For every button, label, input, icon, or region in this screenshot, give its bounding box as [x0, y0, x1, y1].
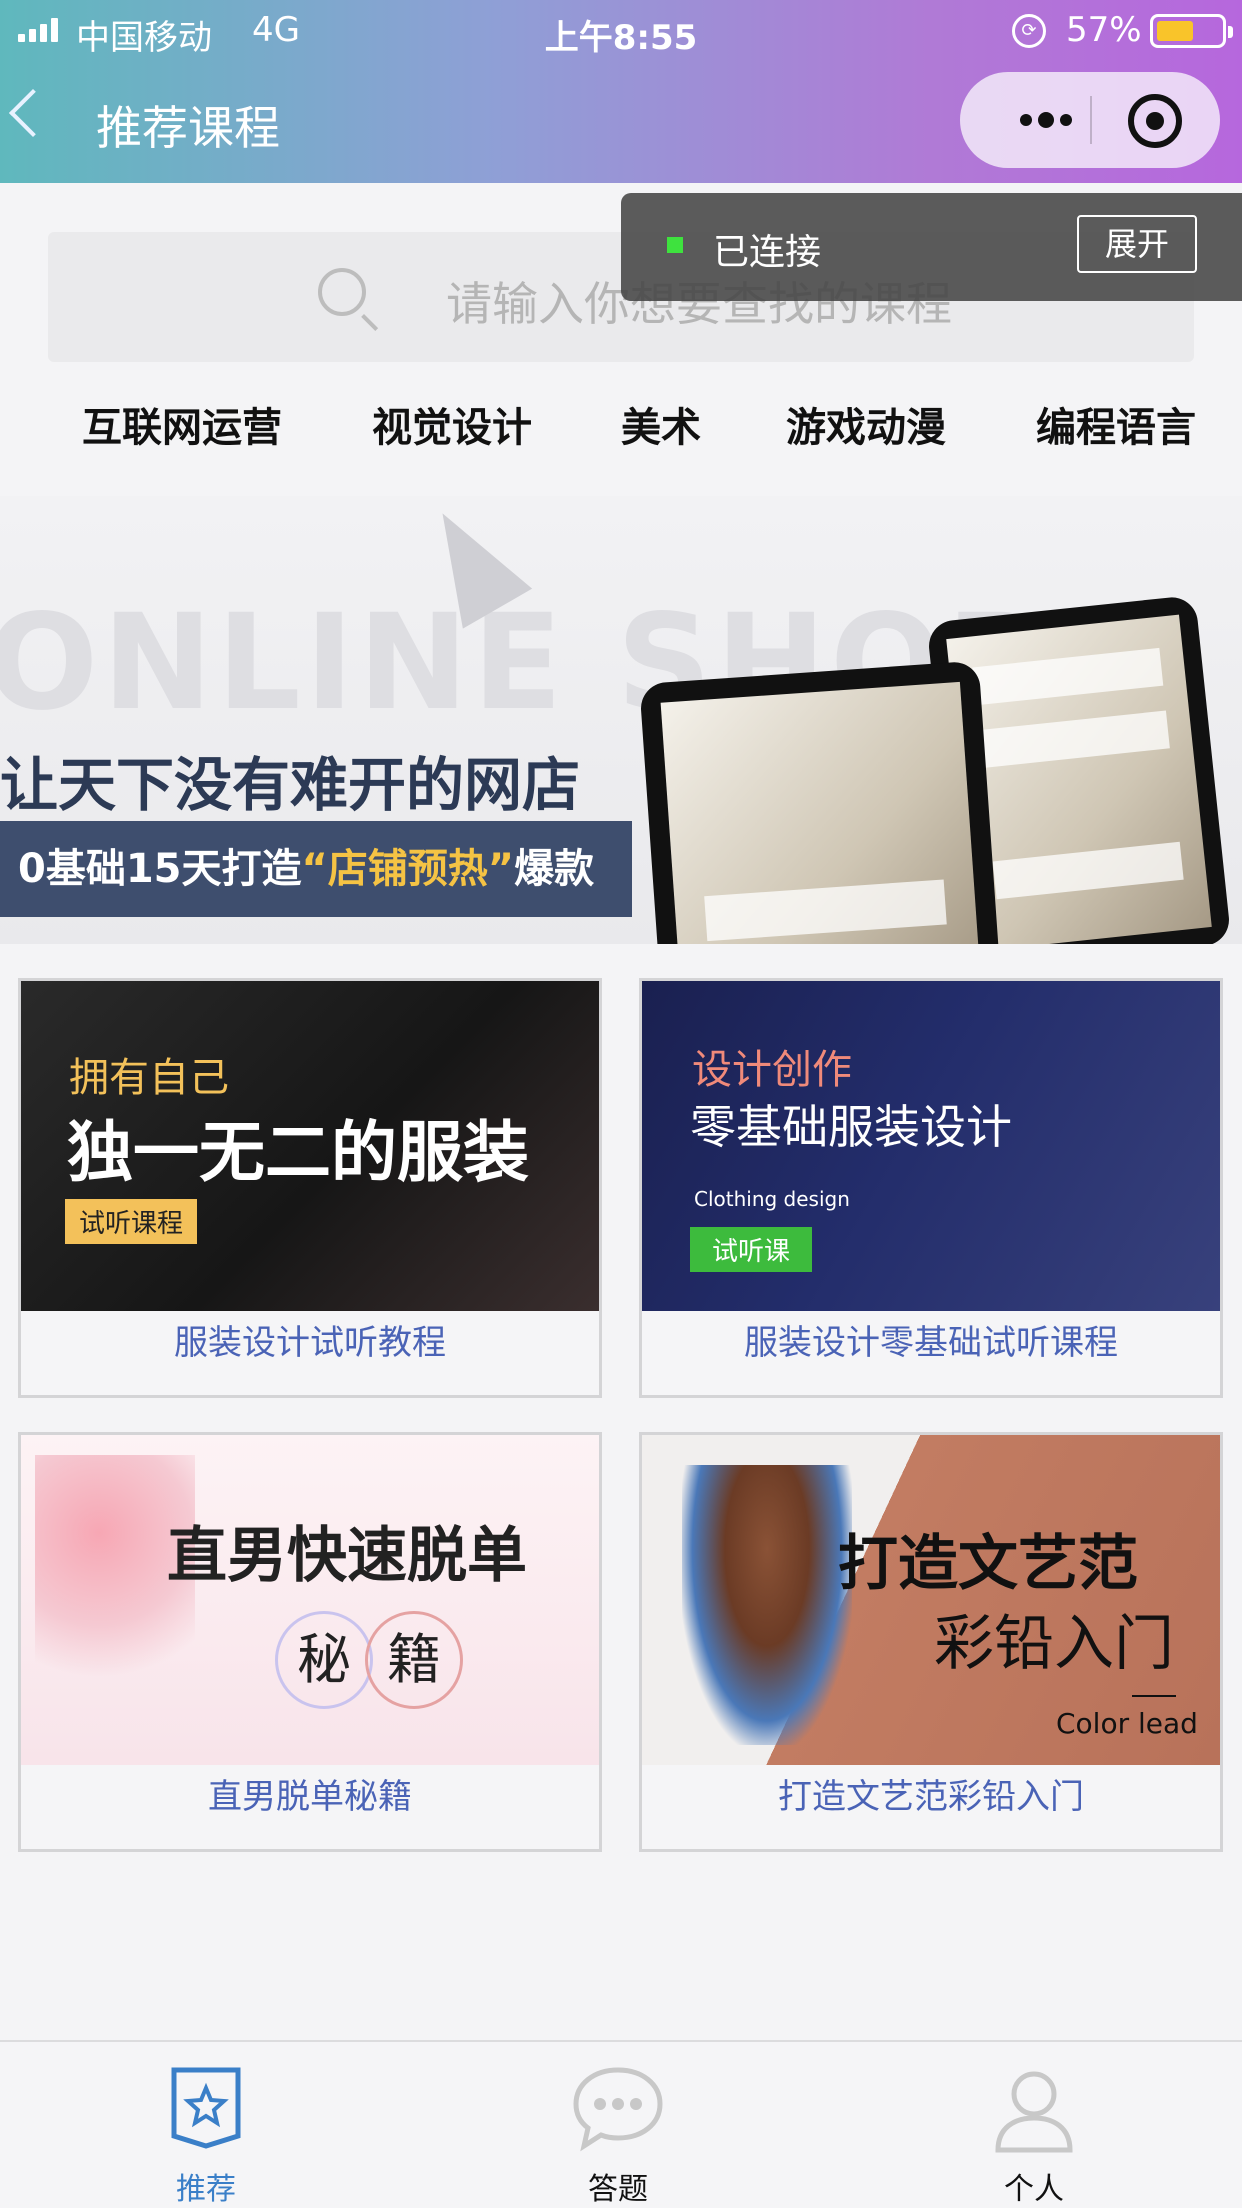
banner-subtitle: 0基础15天打造“店铺预热”爆款 — [0, 821, 632, 917]
chat-bubble-icon — [573, 2067, 663, 2152]
course-title[interactable]: 服装设计零基础试听课程 — [642, 1315, 1220, 1364]
person-icon — [995, 2071, 1073, 2153]
course-thumbnail: 打造文艺范 彩铅入门 Color lead — [642, 1435, 1220, 1765]
category-tab-internet-ops[interactable]: 互联网运营 — [82, 395, 282, 453]
category-tabs: 互联网运营 视觉设计 美术 游戏动漫 编程语言 — [0, 395, 1242, 467]
capsule-divider — [1090, 96, 1092, 144]
search-icon — [318, 268, 366, 316]
miniprogram-capsule — [960, 72, 1220, 168]
course-thumbnail: 拥有自己 独一无二的服装 试听课程 — [21, 981, 599, 1311]
more-options-icon[interactable] — [1000, 72, 1092, 168]
course-thumbnail: 直男快速脱单 秘 籍 — [21, 1435, 599, 1765]
tab-quiz[interactable]: 答题 — [518, 2042, 718, 2208]
course-thumbnail: 设计创作 零基础服装设计 Clothing design 试听课 — [642, 981, 1220, 1311]
tab-label: 答题 — [588, 2172, 648, 2207]
course-card[interactable]: 拥有自己 独一无二的服装 试听课程 服装设计试听教程 — [18, 978, 602, 1398]
header: 中国移动 4G 上午8:55 ⟳ 57% 推荐课程 — [0, 0, 1242, 183]
connection-status-text: 已连接 — [713, 232, 822, 273]
star-icon — [171, 2067, 241, 2149]
trial-badge: 试听课程 — [65, 1199, 198, 1244]
course-card[interactable]: 直男快速脱单 秘 籍 直男脱单秘籍 — [18, 1432, 602, 1852]
course-title[interactable]: 打造文艺范彩铅入门 — [642, 1769, 1220, 1818]
course-title[interactable]: 服装设计试听教程 — [21, 1315, 599, 1364]
category-tab-programming[interactable]: 编程语言 — [1036, 395, 1196, 453]
rotation-lock-icon: ⟳ — [1012, 14, 1046, 48]
page-title: 推荐课程 — [96, 101, 280, 155]
tablet-image-front — [639, 660, 1001, 944]
course-card[interactable]: 打造文艺范 彩铅入门 Color lead 打造文艺范彩铅入门 — [639, 1432, 1223, 1852]
status-bar: 中国移动 4G 上午8:55 ⟳ 57% — [0, 0, 1242, 62]
category-tab-game-anime[interactable]: 游戏动漫 — [786, 395, 946, 453]
banner-highlight: “店铺预热” — [301, 846, 515, 892]
course-title[interactable]: 直男脱单秘籍 — [21, 1769, 599, 1818]
category-tab-fine-art[interactable]: 美术 — [621, 395, 701, 453]
trial-badge: 试听课 — [690, 1227, 813, 1272]
category-tab-visual-design[interactable]: 视觉设计 — [372, 395, 532, 453]
battery-icon — [1150, 14, 1233, 48]
connection-toast: 已连接 展开 — [621, 193, 1242, 301]
girl-illustration — [682, 1465, 852, 1745]
status-time: 上午8:55 — [544, 18, 698, 58]
expand-button[interactable]: 展开 — [1077, 215, 1197, 273]
tab-label: 个人 — [1004, 2172, 1064, 2207]
promo-banner[interactable]: ONLINE SHOP 让天下没有难开的网店 0基础15天打造“店铺预热”爆款 — [0, 496, 1242, 944]
bottom-tab-bar: 推荐 答题 个人 — [0, 2040, 1242, 2208]
tab-profile[interactable]: 个人 — [934, 2042, 1134, 2208]
course-card[interactable]: 设计创作 零基础服装设计 Clothing design 试听课 服装设计零基础… — [639, 978, 1223, 1398]
connected-status-dot — [667, 237, 683, 253]
battery-percent: 57% — [1066, 10, 1142, 50]
tab-label: 推荐 — [176, 2172, 236, 2207]
back-arrow-icon[interactable] — [8, 88, 58, 138]
banner-headline: 让天下没有难开的网店 — [0, 751, 581, 819]
close-miniprogram-icon[interactable] — [1128, 94, 1182, 148]
tab-recommend[interactable]: 推荐 — [106, 2042, 306, 2208]
